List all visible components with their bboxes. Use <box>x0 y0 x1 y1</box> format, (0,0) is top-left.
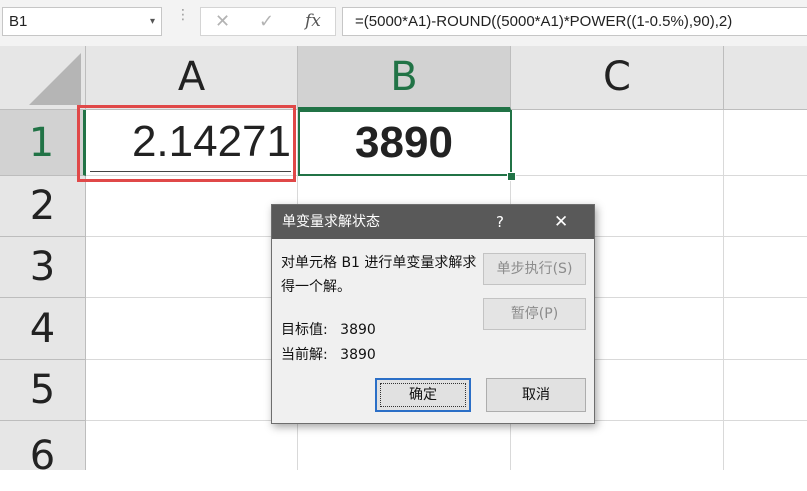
dialog-title: 单变量求解状态 <box>282 214 380 230</box>
active-cell-border <box>298 110 512 176</box>
more-options-icon[interactable]: ⋮ <box>176 8 190 22</box>
column-header-c[interactable]: C <box>511 46 724 110</box>
cell-d6[interactable] <box>724 421 807 470</box>
target-value-label: 目标值: <box>281 322 328 338</box>
name-box[interactable]: B1 ▾ <box>2 7 162 36</box>
row-header-5[interactable]: 5 <box>0 360 86 421</box>
column-header-b[interactable]: B <box>298 46 511 110</box>
step-button[interactable]: 单步执行(S) <box>483 253 586 285</box>
cancel-button[interactable]: 取消 <box>486 378 586 412</box>
highlight-box-a1 <box>77 105 296 182</box>
help-icon[interactable]: ? <box>496 205 504 239</box>
cell-c6[interactable] <box>511 421 724 470</box>
select-all-button[interactable] <box>0 46 86 110</box>
select-all-triangle-icon <box>29 53 81 105</box>
cell-d5[interactable] <box>724 360 807 421</box>
formula-buttons: ✕ ✓ fx <box>200 7 336 36</box>
fill-handle[interactable] <box>507 172 516 181</box>
cell-b6[interactable] <box>298 421 511 470</box>
current-value: 3890 <box>340 347 376 363</box>
row-header-3[interactable]: 3 <box>0 237 86 298</box>
ok-button-label: 确定 <box>409 387 437 403</box>
dialog-title-bar[interactable]: 单变量求解状态 ? ✕ <box>272 205 594 239</box>
current-value-row: 当前解: 3890 <box>281 344 376 364</box>
formula-input[interactable]: =(5000*A1)-ROUND((5000*A1)*POWER((1-0.5%… <box>342 7 807 36</box>
cell-c1[interactable] <box>511 110 724 176</box>
formula-bar: B1 ▾ ⋮ ✕ ✓ fx =(5000*A1)-ROUND((5000*A1)… <box>0 0 807 46</box>
cell-a6[interactable] <box>86 421 298 470</box>
chevron-down-icon[interactable]: ▾ <box>150 8 155 35</box>
close-icon[interactable]: ✕ <box>554 205 568 239</box>
cancel-icon[interactable]: ✕ <box>215 11 230 32</box>
cell-a3[interactable] <box>86 237 298 298</box>
dialog-message: 对单元格 B1 进行单变量求解求得一个解。 <box>281 255 477 295</box>
row-header-1[interactable]: 1 <box>0 110 86 176</box>
row-header-4[interactable]: 4 <box>0 298 86 360</box>
row-header-6[interactable]: 6 <box>0 421 86 479</box>
goal-seek-status-dialog: 单变量求解状态 ? ✕ 对单元格 B1 进行单变量求解求得一个解。 目标值: 3… <box>271 204 595 424</box>
current-value-label: 当前解: <box>281 347 328 363</box>
pause-button[interactable]: 暂停(P) <box>483 298 586 330</box>
cell-a2[interactable] <box>86 176 298 237</box>
row-header-2[interactable]: 2 <box>0 176 86 237</box>
insert-function-icon[interactable]: fx <box>305 11 321 31</box>
name-box-value: B1 <box>9 13 28 30</box>
ok-button[interactable]: 确定 <box>375 378 471 412</box>
cell-d2[interactable] <box>724 176 807 237</box>
cell-a4[interactable] <box>86 298 298 360</box>
column-header-a[interactable]: A <box>86 46 298 110</box>
target-value: 3890 <box>340 322 376 338</box>
cell-a5[interactable] <box>86 360 298 421</box>
cell-d4[interactable] <box>724 298 807 360</box>
enter-check-icon[interactable]: ✓ <box>259 11 274 32</box>
cell-d1[interactable] <box>724 110 807 176</box>
target-value-row: 目标值: 3890 <box>281 319 376 339</box>
column-header-d[interactable] <box>724 46 807 110</box>
cell-d3[interactable] <box>724 237 807 298</box>
